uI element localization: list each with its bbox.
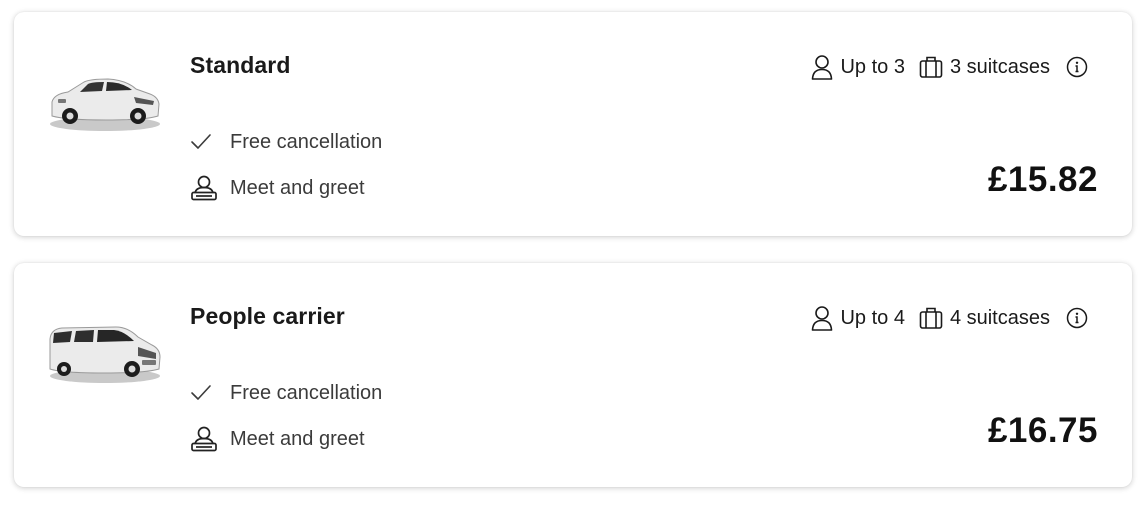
vehicle-capacity: Up to 4 4 suitcases: [811, 304, 1088, 332]
person-icon: [811, 305, 833, 331]
person-icon: [811, 54, 833, 80]
passenger-count: Up to 3: [840, 55, 905, 78]
vehicle-price: £15.82: [987, 160, 1098, 199]
vehicle-capacity: Up to 3 3 suitcases: [811, 53, 1088, 81]
feature-free-cancellation: Free cancellation: [190, 378, 382, 408]
checkmark-icon: [190, 384, 220, 402]
sedan-car-image: [50, 78, 160, 131]
vehicle-card-people-carrier[interactable]: People carrier Up to 4 4 suitcases Free …: [14, 263, 1132, 487]
luggage-count: 3 suitcases: [949, 55, 1050, 78]
feature-free-cancellation: Free cancellation: [190, 127, 382, 157]
feature-label: Free cancellation: [230, 381, 383, 404]
feature-label: Free cancellation: [230, 130, 383, 153]
meet-and-greet-icon: [190, 425, 220, 453]
checkmark-icon: [190, 133, 220, 151]
passenger-count: Up to 4: [840, 306, 905, 329]
feature-label: Meet and greet: [230, 427, 365, 450]
feature-label: Meet and greet: [230, 176, 365, 199]
people-carrier-van-image: [49, 326, 161, 383]
meet-and-greet-icon: [190, 174, 220, 202]
feature-meet-and-greet: Meet and greet: [190, 173, 365, 203]
info-icon[interactable]: [1066, 56, 1088, 78]
suitcase-icon: [919, 306, 943, 330]
vehicle-name: People carrier: [190, 303, 345, 329]
vehicle-price: £16.75: [987, 411, 1098, 450]
feature-meet-and-greet: Meet and greet: [190, 424, 365, 454]
suitcase-icon: [919, 55, 943, 79]
vehicle-card-standard[interactable]: Standard Up to 3 3 suitcases Free cancel…: [14, 12, 1132, 236]
info-icon[interactable]: [1066, 307, 1088, 329]
vehicle-name: Standard: [190, 52, 291, 78]
luggage-count: 4 suitcases: [949, 306, 1050, 329]
